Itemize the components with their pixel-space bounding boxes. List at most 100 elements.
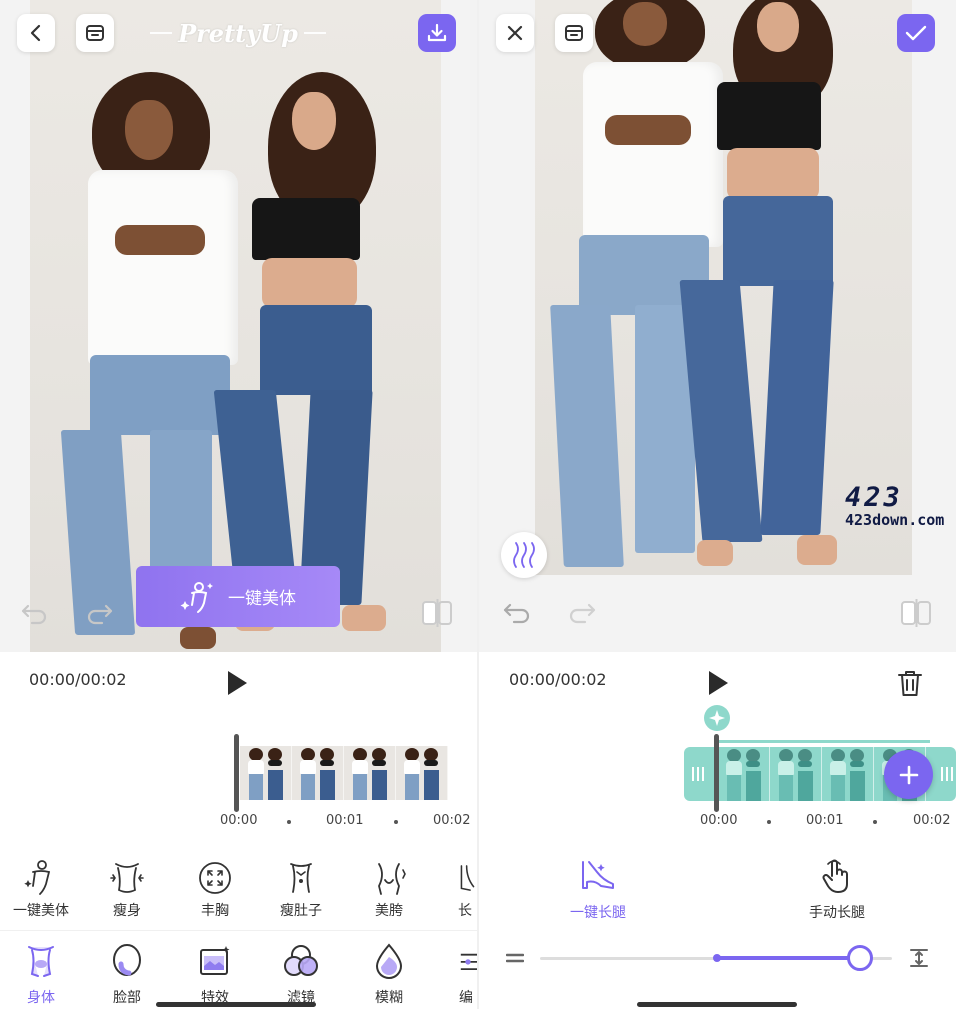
nav-effects[interactable]: 特效 — [180, 941, 250, 1007]
redo-icon — [569, 603, 596, 624]
archive-icon — [565, 25, 583, 41]
watermark-logo: 423 — [845, 482, 903, 513]
one-key-beautify-label: 一键美体 — [228, 589, 296, 609]
redo-icon — [87, 604, 113, 625]
black-top-shape — [717, 82, 821, 150]
white-shirt-shape — [583, 62, 723, 247]
add-effect-button[interactable] — [884, 750, 933, 799]
midriff-shape — [262, 258, 357, 308]
tool-slim[interactable]: 瘦身 — [92, 856, 162, 920]
tool-hip[interactable]: 美胯 — [354, 856, 424, 920]
tool-belly[interactable]: 瘦肚子 — [266, 856, 336, 920]
shorten-icon-button[interactable] — [505, 950, 525, 966]
nav-label: 模糊 — [375, 990, 403, 1006]
timeline-tick-dot — [767, 820, 771, 824]
jeans-shape — [260, 305, 372, 395]
app-logo: PrettyUp — [140, 14, 336, 52]
foot-shape — [697, 540, 733, 566]
archive-icon — [86, 25, 104, 41]
body-editor-screen: PrettyUp 一键美体 00:00/00:02 00:00 00:01 00… — [0, 0, 477, 1009]
tool-label: 美胯 — [375, 903, 403, 919]
compare-button[interactable] — [76, 14, 114, 52]
split-compare-icon — [422, 599, 452, 627]
arms-shape — [605, 115, 691, 145]
compare-toggle-button[interactable] — [421, 598, 453, 628]
jeans-shape — [90, 355, 230, 435]
compare-button[interactable] — [555, 14, 593, 52]
foot-shape — [180, 627, 216, 649]
play-button[interactable] — [224, 670, 250, 696]
nav-filter[interactable]: 滤镜 — [266, 941, 336, 1007]
auto-body-icon — [24, 860, 51, 895]
sparkle-marker-icon — [704, 705, 730, 731]
nav-label: 脸部 — [113, 990, 141, 1006]
redo-button[interactable] — [567, 600, 597, 626]
slim-icon — [110, 863, 144, 893]
timeline-tick-dot — [394, 820, 398, 824]
video-frame-thumbnail — [822, 747, 874, 801]
video-timeline-strip[interactable] — [240, 746, 450, 800]
timeline-tick: 00:01 — [806, 813, 844, 828]
tool-chest[interactable]: 丰胸 — [180, 856, 250, 920]
download-icon — [427, 23, 447, 42]
nav-edit[interactable]: 编 — [440, 941, 477, 1007]
black-top-shape — [252, 198, 360, 260]
tool-one-key-body[interactable]: 一键美体 — [6, 856, 76, 920]
video-frame-thumbnail — [396, 746, 448, 800]
back-button[interactable] — [17, 14, 55, 52]
play-button[interactable] — [705, 670, 731, 696]
logo-text: PrettyUp — [178, 18, 298, 48]
chest-icon — [199, 862, 231, 894]
filter-icon — [284, 945, 318, 976]
time-display: 00:00/00:02 — [509, 670, 607, 689]
keyframe-marker[interactable] — [703, 704, 731, 732]
timeline-tick: 00:00 — [220, 813, 258, 828]
confirm-button[interactable] — [897, 14, 935, 52]
download-button[interactable] — [418, 14, 456, 52]
photo-image — [30, 0, 441, 652]
watermark-url: 423down.com — [845, 511, 945, 529]
undo-button[interactable] — [502, 600, 532, 626]
nav-label: 编 — [459, 990, 473, 1006]
tool-label: 瘦肚子 — [280, 903, 322, 919]
home-indicator — [637, 1002, 797, 1007]
time-display: 00:00/00:02 — [29, 670, 127, 689]
close-button[interactable] — [496, 14, 534, 52]
foot-shape — [797, 535, 837, 565]
tool-label: 长 — [458, 903, 472, 919]
nav-body[interactable]: 身体 — [6, 941, 76, 1007]
foot-shape — [342, 605, 386, 631]
option-label: 一键长腿 — [570, 905, 626, 921]
undo-button[interactable] — [20, 600, 48, 626]
redo-button[interactable] — [86, 600, 114, 626]
jeans-shape — [723, 196, 833, 286]
tool-long-leg[interactable]: 长 — [440, 856, 477, 920]
delete-button[interactable] — [895, 668, 925, 698]
logo-dash — [150, 32, 173, 34]
logo-dash — [303, 32, 326, 34]
play-icon — [709, 671, 728, 695]
one-key-beautify-button[interactable]: 一键美体 — [136, 566, 340, 627]
option-manual-long-leg[interactable]: 手动长腿 — [782, 856, 892, 922]
home-indicator — [156, 1002, 316, 1007]
timeline-tick: 00:02 — [433, 813, 471, 828]
body-icon — [28, 946, 54, 977]
nav-face[interactable]: 脸部 — [92, 941, 162, 1007]
clip-handle-left[interactable] — [691, 764, 705, 784]
trash-icon — [898, 671, 922, 696]
option-auto-long-leg[interactable]: 一键长腿 — [543, 856, 653, 922]
equals-icon — [506, 953, 524, 963]
close-icon — [507, 25, 523, 41]
compare-toggle-button[interactable] — [900, 598, 932, 628]
plus-icon — [899, 765, 918, 784]
arms-shape — [115, 225, 205, 255]
option-label: 手动长腿 — [809, 905, 865, 921]
timeline-playhead[interactable] — [714, 734, 719, 812]
nav-blur[interactable]: 模糊 — [354, 941, 424, 1007]
body-warp-button[interactable] — [501, 532, 547, 578]
timeline-playhead[interactable] — [234, 734, 239, 812]
timeline-tick: 00:01 — [326, 813, 364, 828]
face-shape — [757, 2, 799, 52]
lengthen-icon-button[interactable] — [908, 948, 930, 968]
clip-handle-right[interactable] — [940, 764, 954, 784]
